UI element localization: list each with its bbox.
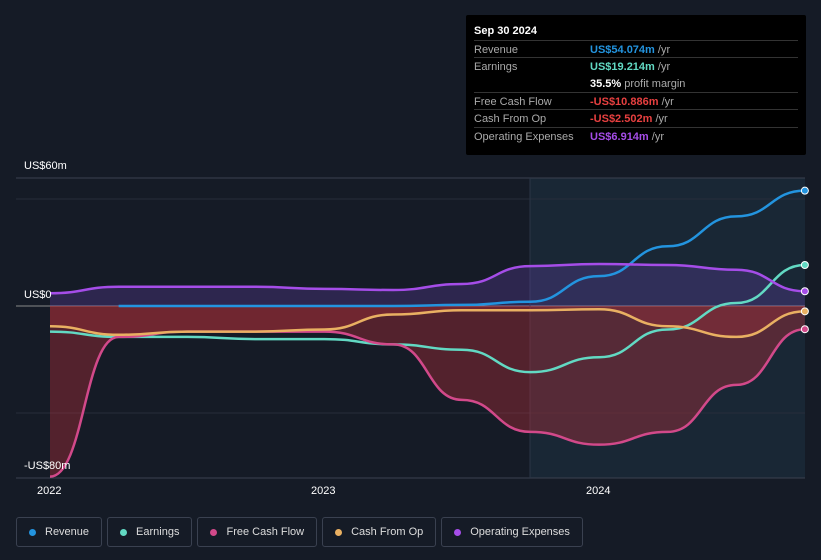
legend-label: Earnings (136, 526, 180, 538)
legend-label: Revenue (45, 526, 90, 538)
tooltip-value: -US$10.886m /yr (590, 95, 674, 108)
legend-item[interactable]: Free Cash Flow (197, 517, 318, 547)
tooltip-value: 35.5% profit margin (590, 77, 686, 90)
tooltip-value: US$19.214m /yr (590, 61, 671, 74)
tooltip-label: Revenue (474, 44, 519, 56)
legend-item[interactable]: Revenue (16, 517, 103, 547)
tooltip: Sep 30 2024 Revenue US$54.074m /yr Earning… (466, 15, 806, 155)
legend-dot-icon (335, 528, 343, 536)
tooltip-row: Earnings US$19.214m /yr (474, 57, 798, 75)
tooltip-row: Revenue US$54.074m /yr (474, 40, 798, 58)
legend: Revenue Earnings Free Cash Flow Cash From O… (16, 517, 583, 547)
y-tick-label: US$60m (24, 160, 67, 172)
tooltip-row: Operating Expenses US$6.914m /yr (474, 126, 798, 145)
legend-label: Cash From Op (351, 526, 424, 538)
legend-dot-icon (210, 528, 218, 536)
tooltip-label: Free Cash Flow (474, 95, 552, 108)
tooltip-label: Operating Expenses (474, 130, 574, 143)
legend-label: Free Cash Flow (226, 526, 305, 538)
tooltip-row: Cash From Op -US$2.502m /yr (474, 109, 798, 127)
legend-label: Operating Expenses (470, 526, 570, 538)
tooltip-value: -US$2.502m /yr (590, 113, 668, 126)
chart-container: US$60m US$0 -US$80m 2022 2023 2024 Sep 3… (0, 0, 821, 560)
tooltip-value: US$6.914m /yr (590, 130, 665, 143)
legend-dot-icon (29, 528, 36, 536)
x-tick-label: 2022 (37, 485, 62, 497)
tooltip-value: US$54.074m /yr (590, 44, 671, 56)
end-point-operating-expenses (800, 287, 809, 296)
tooltip-date: Sep 30 2024 (474, 25, 537, 37)
tooltip-row: 35.5% profit margin (474, 75, 798, 92)
end-point-earnings (800, 261, 809, 270)
legend-dot-icon (120, 528, 128, 536)
end-point-revenue (800, 186, 809, 195)
y-tick-label: -US$80m (24, 460, 71, 472)
legend-item[interactable]: Operating Expenses (441, 517, 583, 547)
tooltip-label: Cash From Op (474, 113, 547, 126)
area-operating-expenses (50, 263, 805, 306)
legend-item[interactable]: Earnings (107, 517, 193, 547)
tooltip-row: Free Cash Flow -US$10.886m /yr (474, 91, 798, 110)
end-point-free-cash-flow (800, 325, 809, 334)
x-tick-label: 2023 (311, 485, 336, 497)
end-point-cash-from-op (800, 307, 809, 316)
x-tick-label: 2024 (586, 485, 611, 497)
tooltip-label: Earnings (474, 61, 518, 74)
y-tick-label: US$0 (24, 289, 52, 301)
legend-dot-icon (454, 528, 462, 536)
legend-item[interactable]: Cash From Op (322, 517, 437, 547)
